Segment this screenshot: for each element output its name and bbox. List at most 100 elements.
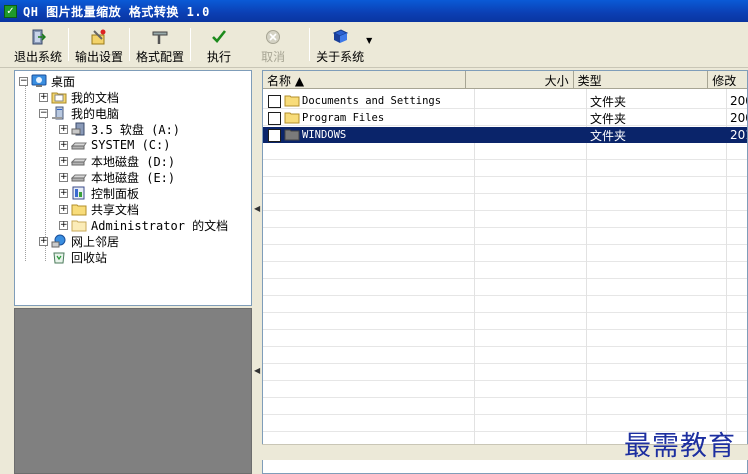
- recycle-bin-icon: [51, 250, 67, 264]
- toolbar-separator: [309, 28, 311, 61]
- tree-node-drive-c[interactable]: + SYSTEM (C:): [59, 137, 170, 153]
- app-check-icon: ✓: [4, 4, 17, 18]
- tree-label: 桌面: [51, 74, 76, 89]
- output-settings-label: 输出设置: [75, 50, 124, 64]
- my-computer-icon: [51, 106, 67, 120]
- network-icon: [51, 234, 67, 248]
- file-modified: 200: [730, 111, 747, 125]
- output-settings-button[interactable]: 输出设置: [75, 22, 123, 67]
- file-name: WINDOWS: [302, 129, 347, 141]
- drive-icon: [71, 170, 87, 184]
- tree-node-drive-d[interactable]: + 本地磁盘 (D:): [59, 153, 175, 169]
- window-title: QH 图片批量缩放 格式转换 1.0: [23, 4, 210, 19]
- check-icon: [210, 28, 228, 46]
- splitter-left-arrow-icon[interactable]: ◀: [254, 204, 260, 213]
- tree-node-desktop[interactable]: − 桌面: [19, 73, 75, 89]
- row-gridline: [263, 244, 747, 245]
- drive-icon: [71, 154, 87, 168]
- tree-node-floppy[interactable]: + 3.5 软盘 (A:): [59, 121, 180, 137]
- toolbar-separator: [129, 28, 131, 61]
- exit-button[interactable]: 退出系统: [14, 22, 62, 67]
- row-gridline: [263, 176, 747, 177]
- expand-toggle[interactable]: +: [59, 156, 68, 166]
- collapse-toggle[interactable]: −: [19, 76, 28, 86]
- column-header-name[interactable]: 名称 ▲: [263, 71, 466, 89]
- expand-toggle[interactable]: +: [59, 172, 68, 182]
- file-type: 文件夹: [590, 94, 627, 109]
- row-checkbox[interactable]: [268, 94, 281, 108]
- floppy-icon: [71, 122, 87, 136]
- file-name: Program Files: [302, 112, 385, 124]
- file-row[interactable]: Program Files 文件夹 200: [263, 110, 747, 126]
- tree-line: [25, 85, 26, 261]
- expand-toggle[interactable]: +: [59, 188, 68, 198]
- watermark-text: 最需教育: [624, 431, 736, 462]
- column-divider: [474, 89, 475, 459]
- row-gridline: [263, 414, 747, 415]
- format-config-icon: [151, 28, 169, 46]
- row-gridline: [263, 193, 747, 194]
- row-gridline: [263, 210, 747, 211]
- tree-node-drive-e[interactable]: + 本地磁盘 (E:): [59, 169, 175, 185]
- tree-label: 我的文档: [71, 90, 120, 105]
- panel-splitter[interactable]: ◀ ◀: [252, 70, 262, 474]
- exit-label: 退出系统: [14, 50, 63, 64]
- tree-node-recycle-bin[interactable]: 回收站: [51, 249, 107, 265]
- folder-icon: [284, 112, 300, 124]
- folder-icon: [71, 202, 87, 216]
- expand-toggle[interactable]: +: [59, 220, 68, 230]
- column-divider: [586, 89, 587, 459]
- desktop-icon: [31, 74, 47, 88]
- toolbar: 退出系统 输出设置 格式配置 执行 取消 关于系统 ▼: [0, 22, 748, 68]
- row-gridline: [263, 159, 747, 160]
- tree-label: SYSTEM (C:): [91, 138, 171, 152]
- title-bar: ✓ QH 图片批量缩放 格式转换 1.0: [0, 0, 748, 22]
- expand-toggle[interactable]: +: [39, 92, 48, 102]
- collapse-toggle[interactable]: −: [39, 108, 48, 118]
- file-modified: 200: [730, 94, 747, 108]
- tree-node-admin-documents[interactable]: + Administrator 的文档: [59, 217, 228, 233]
- splitter-left-arrow-icon[interactable]: ◀: [254, 366, 260, 375]
- file-row-selected[interactable]: WINDOWS 文件夹 201: [263, 127, 747, 143]
- tree-label: 3.5 软盘 (A:): [91, 122, 181, 137]
- file-modified: 201: [730, 128, 747, 142]
- cancel-button[interactable]: 取消: [241, 22, 303, 67]
- tree-node-my-documents[interactable]: + 我的文档: [39, 89, 119, 105]
- tree-node-my-computer[interactable]: − 我的电脑: [39, 105, 119, 121]
- about-button[interactable]: 关于系统: [316, 22, 364, 67]
- execute-button[interactable]: 执行: [197, 22, 241, 67]
- row-checkbox[interactable]: [268, 128, 281, 142]
- folder-tree: − 桌面 + 我的文档 − 我的电脑 + 3.5 软盘 (A:) + SYSTE…: [14, 70, 252, 306]
- tree-label: 本地磁盘 (E:): [91, 170, 176, 185]
- my-documents-icon: [51, 90, 67, 104]
- output-settings-icon: [90, 28, 108, 46]
- expand-toggle[interactable]: +: [59, 124, 68, 134]
- expand-toggle[interactable]: +: [59, 140, 68, 150]
- about-dropdown-arrow-icon[interactable]: ▼: [366, 36, 372, 67]
- expand-toggle[interactable]: +: [59, 204, 68, 214]
- column-header-modified[interactable]: 修改: [708, 71, 747, 89]
- column-header-size[interactable]: 大小: [466, 71, 574, 89]
- about-book-icon: [331, 28, 349, 46]
- file-type: 文件夹: [590, 128, 627, 143]
- column-header-type[interactable]: 类型: [574, 71, 709, 89]
- execute-label: 执行: [207, 50, 232, 64]
- expand-toggle[interactable]: +: [39, 236, 48, 246]
- tree-node-shared-documents[interactable]: + 共享文档: [59, 201, 139, 217]
- image-preview-pane: [14, 308, 252, 474]
- format-config-label: 格式配置: [136, 50, 185, 64]
- about-label: 关于系统: [316, 50, 365, 64]
- row-gridline: [263, 261, 747, 262]
- cancel-label: 取消: [261, 50, 286, 64]
- format-config-button[interactable]: 格式配置: [136, 22, 184, 67]
- file-type: 文件夹: [590, 111, 627, 126]
- column-divider: [726, 89, 727, 459]
- toolbar-separator: [68, 28, 70, 61]
- file-row[interactable]: Documents and Settings 文件夹 200: [263, 93, 747, 109]
- tree-label: 我的电脑: [71, 106, 120, 121]
- tree-node-network[interactable]: + 网上邻居: [39, 233, 119, 249]
- row-checkbox[interactable]: [268, 111, 281, 125]
- tree-node-control-panel[interactable]: + 控制面板: [59, 185, 139, 201]
- folder-icon: [284, 129, 300, 141]
- tree-label: 本地磁盘 (D:): [91, 154, 176, 169]
